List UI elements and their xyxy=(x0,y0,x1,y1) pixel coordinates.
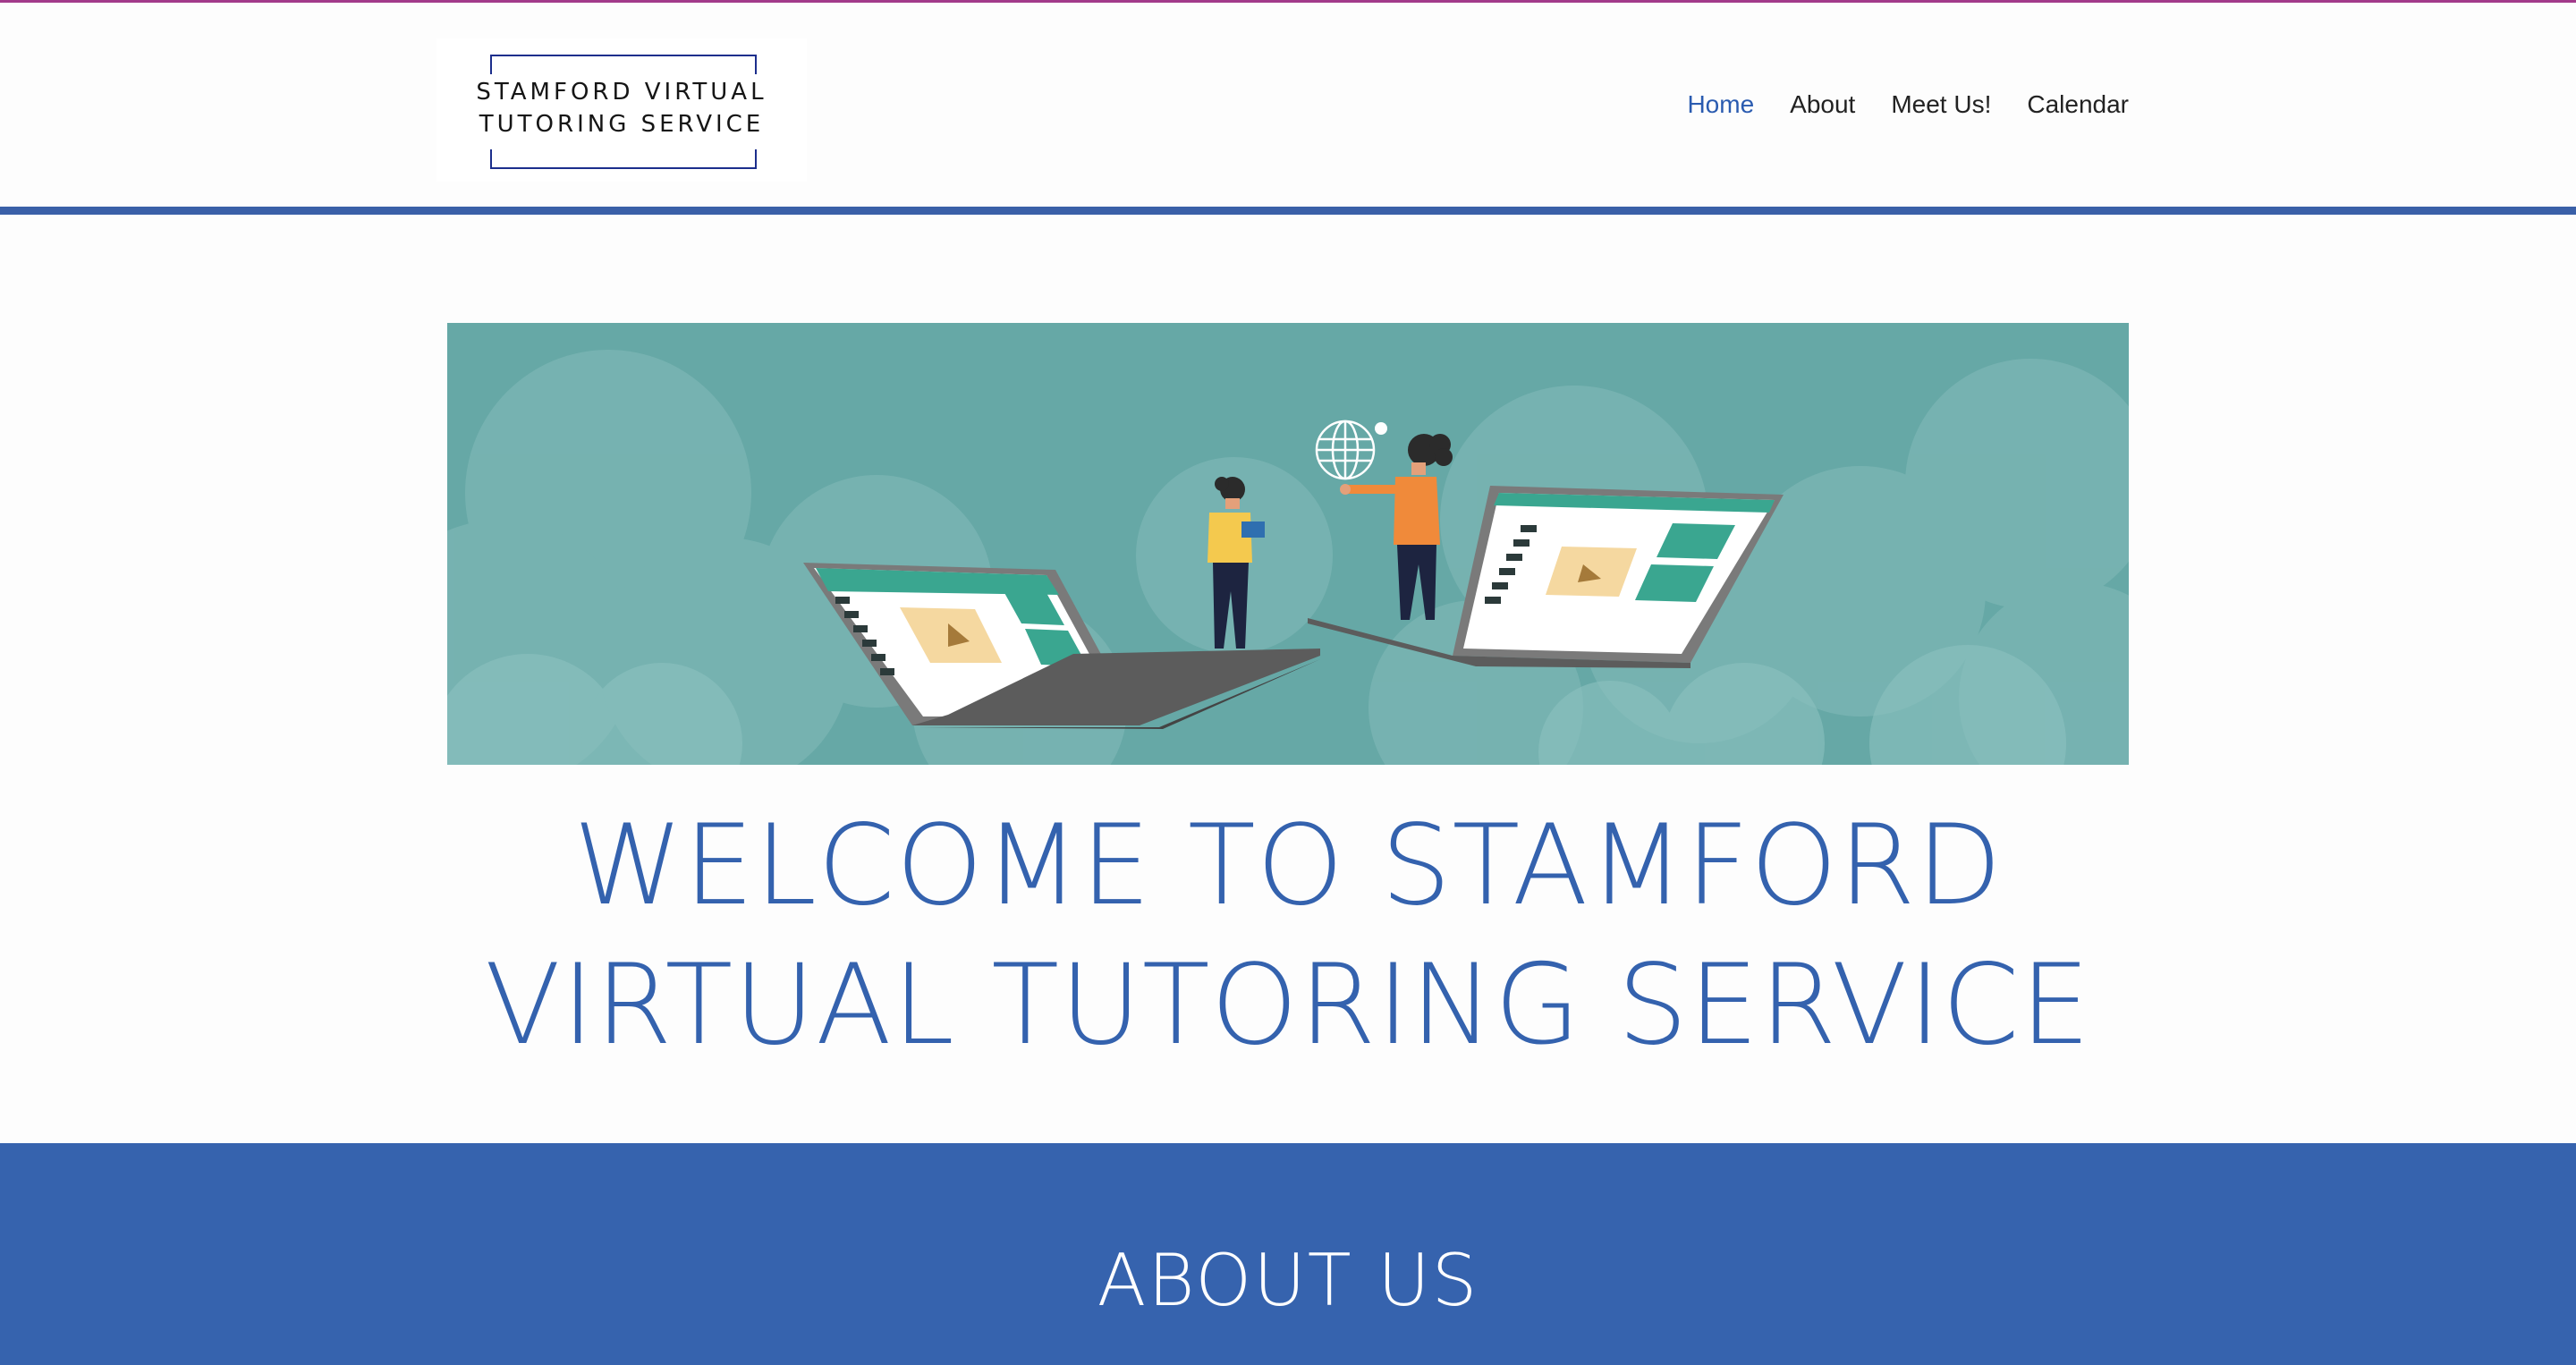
globe-icon xyxy=(1315,420,1376,480)
nav-meet-us[interactable]: Meet Us! xyxy=(1891,90,1991,119)
logo-text: STAMFORD VIRTUAL TUTORING SERVICE xyxy=(436,76,807,140)
nav-calendar[interactable]: Calendar xyxy=(2027,90,2129,119)
nav-home[interactable]: Home xyxy=(1687,90,1754,119)
main-nav: Home About Meet Us! Calendar xyxy=(1687,90,2129,119)
nav-about[interactable]: About xyxy=(1790,90,1855,119)
welcome-line-1: WELCOME TO STAMFORD xyxy=(573,801,2003,930)
welcome-heading: WELCOME TO STAMFORD VIRTUAL TUTORING SER… xyxy=(0,796,2576,1075)
site-header: STAMFORD VIRTUAL TUTORING SERVICE Home A… xyxy=(0,3,2576,207)
site-logo[interactable]: STAMFORD VIRTUAL TUTORING SERVICE xyxy=(436,38,807,182)
welcome-line-2: VIRTUAL TUTORING SERVICE xyxy=(485,941,2091,1070)
hero-banner xyxy=(447,323,2129,765)
header-divider xyxy=(0,207,2576,215)
logo-line-2: TUTORING SERVICE xyxy=(479,111,765,138)
logo-line-1: STAMFORD VIRTUAL xyxy=(476,79,767,106)
about-heading: ABOUT US xyxy=(1097,1239,1479,1322)
online-learning-laptops-illustration xyxy=(447,323,2129,765)
